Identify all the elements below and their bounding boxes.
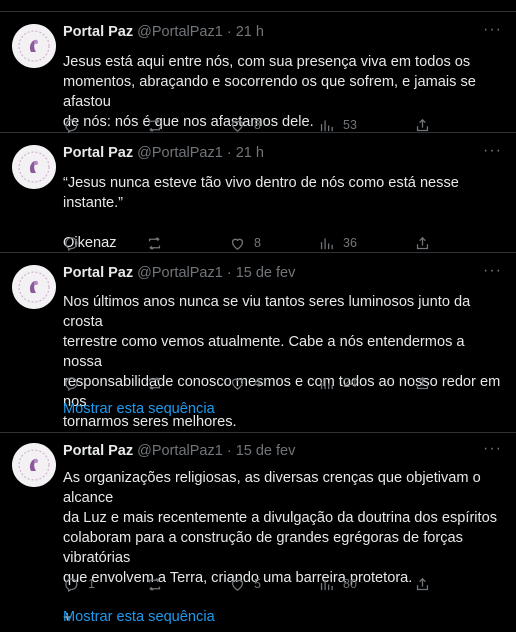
- retweet-icon: [148, 577, 161, 591]
- separator-dot: ·: [226, 24, 232, 40]
- portal-paz-logo-icon: [12, 265, 56, 309]
- like-count: 4: [254, 376, 261, 390]
- show-thread-link[interactable]: Mostrar esta sequência: [63, 609, 215, 625]
- separator-dot: ·: [226, 265, 232, 281]
- views-chart-icon: [320, 378, 333, 389]
- tweet-header: Portal Paz @PortalPaz1 · 15 de fev ···: [63, 441, 502, 463]
- tweet-2[interactable]: Portal Paz @PortalPaz1 · 21 h ··· “Jesus…: [0, 133, 516, 253]
- like-button[interactable]: 8: [229, 233, 261, 253]
- tweet-actions: 8 36: [63, 233, 502, 253]
- separator-dot: ·: [226, 145, 232, 161]
- retweet-icon: [148, 118, 161, 132]
- tweet-actions: 4 24: [63, 373, 502, 393]
- tweet-3[interactable]: Portal Paz @PortalPaz1 · 15 de fev ··· N…: [0, 253, 516, 433]
- share-button[interactable]: [414, 373, 431, 393]
- reply-icon: [65, 577, 78, 592]
- show-thread-link[interactable]: Mostrar esta sequência: [63, 401, 215, 417]
- author-handle[interactable]: @PortalPaz1: [137, 265, 223, 281]
- tweet-1[interactable]: Portal Paz @PortalPaz1 · 21 h ··· Jesus …: [0, 12, 516, 133]
- share-icon: [416, 376, 429, 389]
- timestamp[interactable]: 15 de fev: [236, 265, 296, 281]
- like-button[interactable]: 5: [229, 574, 261, 594]
- retweet-button[interactable]: [146, 115, 171, 135]
- reply-button[interactable]: [63, 115, 88, 135]
- timestamp[interactable]: 21 h: [236, 24, 264, 40]
- heart-icon: [231, 238, 244, 250]
- share-icon: [416, 118, 429, 131]
- retweet-icon: [148, 376, 161, 390]
- author-name[interactable]: Portal Paz: [63, 443, 133, 459]
- views-button[interactable]: 53: [318, 115, 357, 135]
- author-handle[interactable]: @PortalPaz1: [137, 443, 223, 459]
- more-options-icon[interactable]: ···: [483, 263, 502, 279]
- view-count: 24: [343, 376, 357, 390]
- view-count: 80: [343, 577, 357, 591]
- retweet-icon: [148, 236, 161, 250]
- views-chart-icon: [320, 120, 333, 131]
- retweet-button[interactable]: [146, 574, 171, 594]
- views-chart-icon: [320, 579, 333, 590]
- reply-icon: [65, 118, 78, 133]
- share-button[interactable]: [414, 233, 431, 253]
- more-options-icon[interactable]: ···: [483, 143, 502, 159]
- share-button[interactable]: [414, 574, 431, 594]
- retweet-button[interactable]: [146, 233, 171, 253]
- tweet-4[interactable]: Portal Paz @PortalPaz1 · 15 de fev ··· A…: [0, 433, 516, 632]
- tweet-actions: 8 53: [63, 115, 502, 135]
- author-name[interactable]: Portal Paz: [63, 24, 133, 40]
- tweet-header: Portal Paz @PortalPaz1 · 21 h ···: [63, 143, 502, 165]
- heart-icon: [231, 378, 244, 390]
- more-options-icon[interactable]: ···: [483, 22, 502, 38]
- share-icon: [416, 236, 429, 249]
- avatar[interactable]: [12, 24, 56, 68]
- like-count: 8: [254, 118, 261, 132]
- reply-button[interactable]: [63, 233, 88, 253]
- like-count: 8: [254, 236, 261, 250]
- avatar[interactable]: [12, 443, 56, 487]
- timestamp[interactable]: 21 h: [236, 145, 264, 161]
- more-options-icon[interactable]: ···: [483, 441, 502, 457]
- reply-button[interactable]: 1: [63, 574, 95, 594]
- retweet-button[interactable]: [146, 373, 171, 393]
- reply-button[interactable]: [63, 373, 88, 393]
- author-handle[interactable]: @PortalPaz1: [137, 145, 223, 161]
- views-chart-icon: [320, 238, 333, 249]
- avatar[interactable]: [12, 265, 56, 309]
- portal-paz-logo-icon: [12, 443, 56, 487]
- views-button[interactable]: 80: [318, 574, 357, 594]
- like-button[interactable]: 8: [229, 115, 261, 135]
- separator-dot: ·: [226, 443, 232, 459]
- views-button[interactable]: 36: [318, 233, 357, 253]
- heart-icon: [231, 120, 244, 132]
- like-button[interactable]: 4: [229, 373, 261, 393]
- share-icon: [416, 577, 429, 590]
- tweet-header: Portal Paz @PortalPaz1 · 15 de fev ···: [63, 263, 502, 285]
- reply-count: 1: [88, 577, 95, 591]
- author-name[interactable]: Portal Paz: [63, 145, 133, 161]
- reply-icon: [65, 376, 78, 391]
- timestamp[interactable]: 15 de fev: [236, 443, 296, 459]
- view-count: 36: [343, 236, 357, 250]
- like-count: 5: [254, 577, 261, 591]
- share-button[interactable]: [414, 115, 431, 135]
- author-name[interactable]: Portal Paz: [63, 265, 133, 281]
- author-handle[interactable]: @PortalPaz1: [137, 24, 223, 40]
- avatar[interactable]: [12, 145, 56, 189]
- previous-tweet-edge: [0, 0, 516, 12]
- reply-icon: [65, 236, 78, 251]
- tweet-actions: 1 5 80: [63, 574, 502, 594]
- tweet-header: Portal Paz @PortalPaz1 · 21 h ···: [63, 22, 502, 44]
- heart-icon: [231, 579, 244, 591]
- views-button[interactable]: 24: [318, 373, 357, 393]
- tweet-text: As organizações religiosas, as diversas …: [63, 470, 498, 626]
- portal-paz-logo-icon: [12, 145, 56, 189]
- portal-paz-logo-icon: [12, 24, 56, 68]
- view-count: 53: [343, 118, 357, 132]
